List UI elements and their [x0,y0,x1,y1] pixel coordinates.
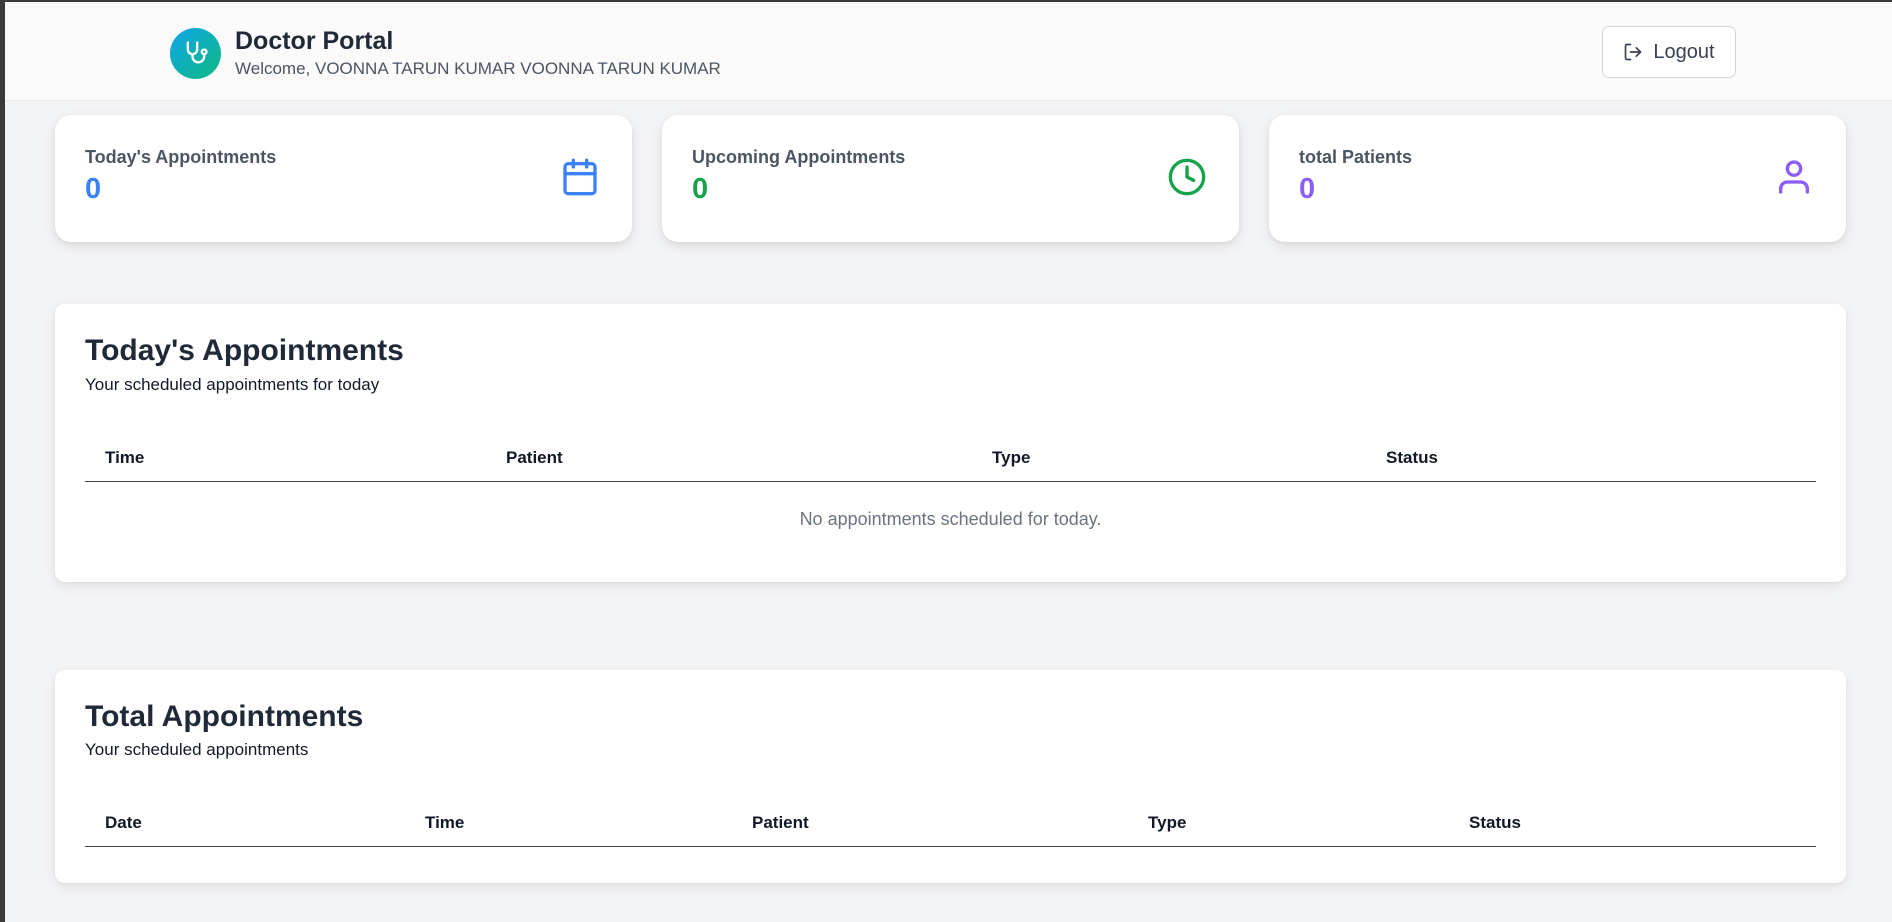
column-header: Patient [506,448,563,467]
table-header: Time Patient Type Status [85,440,1816,482]
column-header: Status [1469,813,1521,832]
stat-card-today: Today's Appointments 0 [55,115,632,242]
user-icon [1774,157,1814,202]
stat-label: Today's Appointments [85,147,277,167]
calendar-icon [560,157,600,202]
column-header: Type [992,448,1031,467]
today-appointments-panel: Today's Appointments Your scheduled appo… [55,304,1846,582]
column-header: Status [1386,448,1438,467]
stat-value: 0 [1299,173,1316,205]
section-title: Total Appointments [85,700,364,733]
column-header: Time [105,448,145,467]
stat-label: Upcoming Appointments [692,147,906,167]
brand: Doctor Portal Welcome, VOONNA TARUN KUMA… [170,26,721,80]
app-header: Doctor Portal Welcome, VOONNA TARUN KUMA… [5,2,1892,101]
stat-card-upcoming: Upcoming Appointments 0 [662,115,1239,242]
empty-message: No appointments scheduled for today. [799,509,1102,529]
page-title: Doctor Portal [235,27,394,55]
stat-value: 0 [85,173,102,205]
logout-icon [1625,43,1642,61]
stat-value: 0 [692,173,709,205]
column-header: Date [105,813,142,832]
section-title: Today's Appointments [85,334,404,367]
section-subtitle: Your scheduled appointments for today [85,375,380,394]
logout-button[interactable]: Logout [1602,26,1736,78]
welcome-text: Welcome, VOONNA TARUN KUMAR VOONNA TARUN… [235,59,721,78]
column-header: Time [425,813,465,832]
table-header: Date Time Patient Type Status [85,805,1816,847]
total-appointments-panel: Total Appointments Your scheduled appoin… [55,670,1846,883]
stethoscope-icon [170,27,221,79]
column-header: Patient [752,813,809,832]
logout-label: Logout [1653,40,1715,63]
stat-label: total Patients [1299,147,1413,167]
clock-icon [1167,157,1207,202]
section-subtitle: Your scheduled appointments [85,740,309,759]
column-header: Type [1148,813,1187,832]
window-left-edge [0,0,5,922]
stat-card-patients: total Patients 0 [1269,115,1846,242]
